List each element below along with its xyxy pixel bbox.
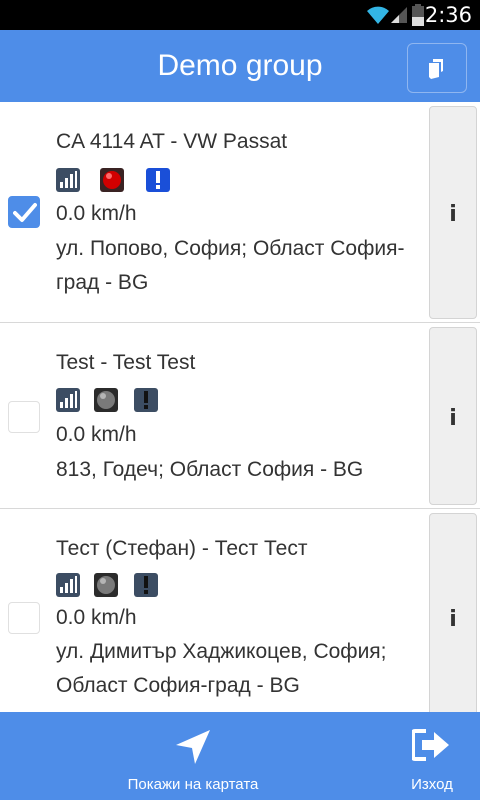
cell-signal-icon <box>390 6 408 29</box>
vehicle-speed: 0.0 km/h <box>56 423 137 446</box>
vehicle-name: Test - Test Test <box>56 351 196 374</box>
signal-icon <box>56 573 80 597</box>
info-button[interactable]: i <box>429 106 477 319</box>
check-icon <box>13 203 37 222</box>
list-item: Тест (Стефан) - Тест Тест 0.0 km/h ул. Д… <box>0 509 480 712</box>
vehicle-speed: 0.0 km/h <box>56 606 137 629</box>
exit-icon <box>412 729 449 761</box>
list-item: Test - Test Test 0.0 km/h 813, Годеч; Об… <box>0 323 480 509</box>
vehicle-checkbox[interactable] <box>8 196 40 228</box>
signal-icon <box>56 168 80 192</box>
info-button[interactable]: i <box>429 513 477 712</box>
info-icon: i <box>449 607 457 632</box>
clock: 2:36 <box>424 3 472 27</box>
vehicle-address: ул. Димитър Хаджикоцев, София; Област Со… <box>56 640 387 697</box>
copy-icon <box>429 59 443 79</box>
info-icon: i <box>449 202 457 227</box>
battery-icon <box>412 4 424 31</box>
info-button[interactable]: i <box>429 327 477 505</box>
vehicle-list: CA 4114 AT - VW Passat 0.0 km/h ул. Попо… <box>0 102 480 712</box>
bottom-toolbar: Покажи на картата Изход <box>0 712 480 800</box>
vehicle-address: 813, Годеч; Област София - BG <box>56 458 364 481</box>
vehicle-name: Тест (Стефан) - Тест Тест <box>56 537 308 560</box>
info-icon: i <box>449 406 457 431</box>
vehicle-speed: 0.0 km/h <box>56 202 137 225</box>
exit-button[interactable]: Изход <box>400 712 464 800</box>
show-on-map-button[interactable]: Покажи на картата <box>112 712 274 800</box>
vehicle-checkbox[interactable] <box>8 401 40 433</box>
vehicle-name: CA 4114 AT - VW Passat <box>56 130 288 153</box>
navigation-arrow-icon <box>176 730 210 764</box>
signal-icon <box>56 388 80 412</box>
copy-button[interactable] <box>407 43 467 93</box>
app-header: Demo group <box>0 30 480 102</box>
exit-label: Изход <box>411 776 453 793</box>
red-status-icon <box>100 168 124 192</box>
alert-blue-icon <box>146 168 170 192</box>
show-on-map-label: Покажи на картата <box>127 776 259 793</box>
list-item: CA 4114 AT - VW Passat 0.0 km/h ул. Попо… <box>0 102 480 323</box>
alert-dark-icon <box>134 573 158 597</box>
vehicle-address: ул. Попово, София; Област София-град - B… <box>56 237 405 294</box>
alert-dark-icon <box>134 388 158 412</box>
vehicle-checkbox[interactable] <box>8 602 40 634</box>
status-bar: 2:36 <box>0 0 480 30</box>
gray-status-icon <box>94 573 118 597</box>
gray-status-icon <box>94 388 118 412</box>
wifi-icon <box>366 5 390 30</box>
